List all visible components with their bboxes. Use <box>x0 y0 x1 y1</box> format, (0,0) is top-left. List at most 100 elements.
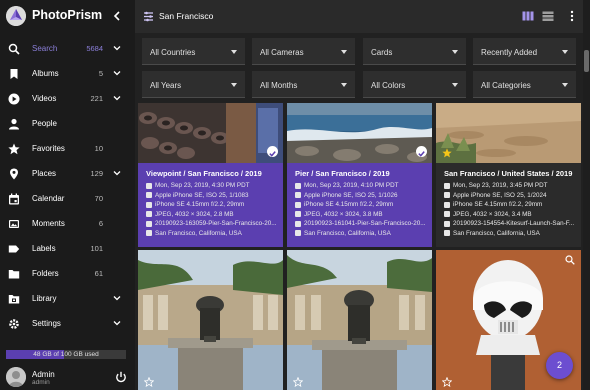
chevron-down-icon[interactable] <box>113 294 121 302</box>
photo-camera: Apple iPhone SE, ISO 25, 1/1083 <box>146 192 248 199</box>
chevron-down-icon[interactable] <box>113 69 121 77</box>
camera-icon <box>444 192 450 198</box>
photo-thumbnail[interactable] <box>287 103 432 163</box>
sidebar-item-label: Albums <box>32 69 59 78</box>
sidebar-item-count: 5 <box>98 69 103 78</box>
dropdown-arrow-icon <box>452 50 458 54</box>
sidebar-item-label: Labels <box>32 244 56 253</box>
sidebar-item-count: 129 <box>90 169 103 178</box>
sidebar-item-label: Library <box>32 294 57 303</box>
selected-check-icon[interactable] <box>416 146 427 157</box>
sidebar-item-settings[interactable]: Settings <box>0 312 135 337</box>
photo-location: San Francisco, California, USA <box>295 230 391 237</box>
sidebar-item-moments[interactable]: Moments 6 <box>0 212 135 237</box>
month-select[interactable]: All Months <box>252 71 355 98</box>
chevron-down-icon[interactable] <box>113 169 121 177</box>
sidebar-item-count: 101 <box>90 244 103 253</box>
view-select[interactable]: Cards <box>363 38 466 65</box>
moments-icon <box>9 220 19 228</box>
photo-card[interactable] <box>138 250 283 390</box>
select-value: All Cameras <box>260 48 304 57</box>
country-select[interactable]: All Countries <box>142 38 245 65</box>
photo-card[interactable]: Viewpoint / San Francisco / 2019 Mon, Se… <box>138 103 283 247</box>
sidebar-item-label: Moments <box>32 219 65 228</box>
favorite-star-icon[interactable] <box>442 148 452 158</box>
photo-filename: 20190923-163059-Pier-San-Francisco-20... <box>146 220 276 227</box>
sidebar-item-count: 5684 <box>86 44 103 53</box>
sidebar-item-places[interactable]: Places 129 <box>0 162 135 187</box>
dropdown-arrow-icon <box>231 83 237 87</box>
photo-card[interactable]: Pier / San Francisco / 2019 Mon, Sep 23,… <box>287 103 432 247</box>
chevron-down-icon[interactable] <box>113 94 121 102</box>
user-role: admin <box>32 379 50 386</box>
photo-title: San Francisco / United States / 2019 <box>444 169 573 178</box>
power-icon[interactable] <box>115 371 127 383</box>
photo-camera: Apple iPhone SE, ISO 25, 1/1026 <box>295 192 397 199</box>
view-cards-icon[interactable] <box>522 10 534 22</box>
photo-thumbnail[interactable] <box>138 103 283 163</box>
dropdown-arrow-icon <box>562 50 568 54</box>
sidebar-item-videos[interactable]: Videos 221 <box>0 87 135 112</box>
calendar-icon <box>444 182 450 189</box>
user-info[interactable]: Admin admin <box>0 364 135 390</box>
sidebar-item-folders[interactable]: Folders 61 <box>0 262 135 287</box>
collapse-sidebar-button[interactable] <box>111 9 123 23</box>
photoprism-logo-icon[interactable] <box>6 6 26 26</box>
scrollbar-thumb[interactable] <box>584 50 589 72</box>
category-select[interactable]: All Categories <box>473 71 576 98</box>
search-icon <box>8 43 20 55</box>
scrollbar[interactable] <box>583 0 590 390</box>
sidebar-item-label: Folders <box>32 269 59 278</box>
photo-file-info: JPEG, 4032 × 3024, 3.8 MB <box>295 211 383 218</box>
view-list-icon[interactable] <box>542 10 554 22</box>
photo-card[interactable]: San Francisco / United States / 2019 Mon… <box>436 103 581 247</box>
sidebar-item-library[interactable]: Library <box>0 287 135 312</box>
zoom-icon[interactable] <box>565 255 575 265</box>
photo-thumbnail[interactable] <box>287 250 432 390</box>
photo-thumbnail[interactable] <box>138 250 283 390</box>
sidebar-item-favorites[interactable]: Favorites 10 <box>0 137 135 162</box>
more-vert-icon[interactable] <box>566 10 578 22</box>
star-outline-icon[interactable] <box>144 377 154 387</box>
sidebar-item-label: Places <box>32 169 57 178</box>
photo-thumbnail[interactable] <box>436 103 581 163</box>
star-outline-icon[interactable] <box>293 377 303 387</box>
sidebar-item-label: Favorites <box>32 144 65 153</box>
year-select[interactable]: All Years <box>142 71 245 98</box>
photo-lens: iPhone SE 4.15mm f/2.2, 29mm <box>146 201 244 208</box>
sidebar-item-calendar[interactable]: Calendar 70 <box>0 187 135 212</box>
sidebar-item-search[interactable]: Search 5684 <box>0 37 135 62</box>
photo-file-info: JPEG, 4032 × 3024, 3.4 MB <box>444 211 532 218</box>
top-toolbar <box>135 0 583 33</box>
select-value: Cards <box>371 48 393 57</box>
color-select[interactable]: All Colors <box>363 71 466 98</box>
photo-info: Viewpoint / San Francisco / 2019 Mon, Se… <box>138 163 283 247</box>
sidebar-item-label: Videos <box>32 94 57 103</box>
sidebar: PhotoPrism Search 5684 Albums 5 Videos 2… <box>0 0 135 390</box>
selection-count-button[interactable]: 2 <box>546 352 573 379</box>
camera-select[interactable]: All Cameras <box>252 38 355 65</box>
filter-icon[interactable] <box>143 11 154 22</box>
label-icon <box>8 245 20 253</box>
gear-icon <box>9 319 19 329</box>
sidebar-item-albums[interactable]: Albums 5 <box>0 62 135 87</box>
bookmark-icon <box>10 69 18 79</box>
photo-filename: 20190923-161041-Pier-San-Francisco-20... <box>295 220 425 227</box>
sidebar-nav: Search 5684 Albums 5 Videos 221 People F… <box>0 37 135 337</box>
photo-card[interactable] <box>287 250 432 390</box>
camera-iris-icon <box>146 201 152 208</box>
sidebar-item-count: 70 <box>94 194 103 203</box>
star-outline-icon[interactable] <box>442 377 452 387</box>
dropdown-arrow-icon <box>452 83 458 87</box>
sidebar-item-labels[interactable]: Labels 101 <box>0 237 135 262</box>
chevron-down-icon[interactable] <box>113 44 121 52</box>
sort-select[interactable]: Recently Added <box>473 38 576 65</box>
camera-icon <box>146 192 152 198</box>
film-icon <box>295 211 301 217</box>
avatar[interactable] <box>6 367 26 387</box>
selected-check-icon[interactable] <box>267 146 278 157</box>
chevron-down-icon[interactable] <box>113 319 121 327</box>
sidebar-item-people[interactable]: People <box>0 112 135 137</box>
dropdown-arrow-icon <box>341 83 347 87</box>
search-input[interactable] <box>159 8 459 24</box>
